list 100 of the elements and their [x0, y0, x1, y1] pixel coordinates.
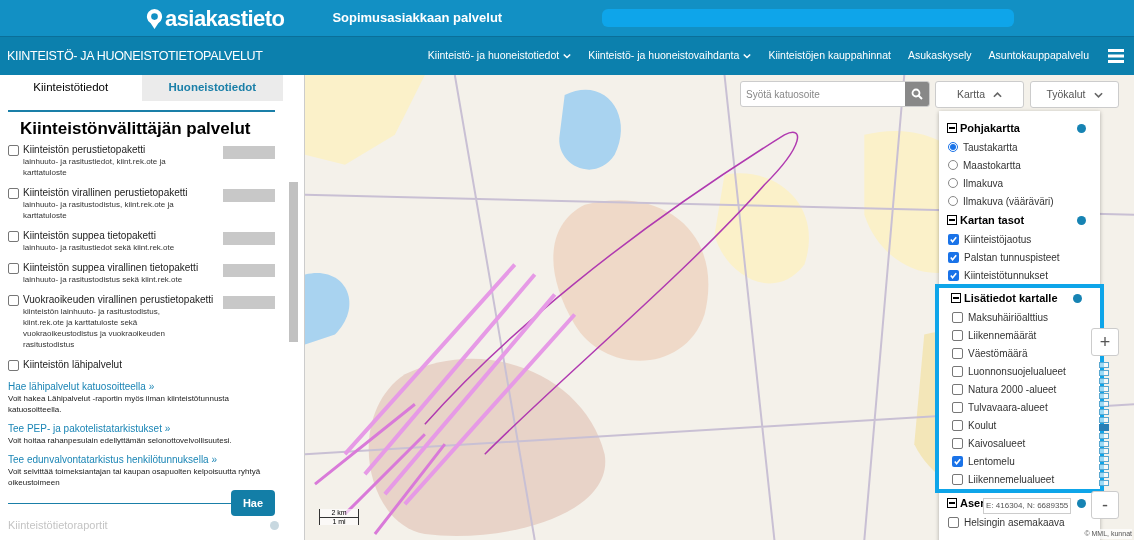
checkbox[interactable] [8, 360, 19, 371]
zoom-in-button[interactable]: + [1091, 328, 1119, 356]
zoom-out-button[interactable]: - [1091, 491, 1119, 519]
product-title: Vuokraoikeuden virallinen perustietopaketti [23, 294, 215, 306]
layer-group-title: Pohjakartta [960, 120, 1020, 136]
layer-label: Luonnonsuojelualueet [968, 364, 1066, 379]
checkbox[interactable] [952, 383, 963, 395]
chevron-down-icon [563, 53, 572, 59]
price-placeholder [223, 146, 276, 159]
checkbox[interactable] [952, 419, 963, 431]
layer-label: Ilmakuva (vääräväri) [963, 194, 1054, 209]
nav-link[interactable]: Kiinteistö- ja huoneistovaihdanta [588, 48, 752, 64]
zoom-slider[interactable] [1099, 362, 1109, 486]
address-search-field[interactable]: Syötä katuosoite [740, 81, 930, 107]
location-pin-icon [145, 6, 164, 30]
layer-group-title: Lisätiedot kartalle [964, 290, 1058, 306]
collapse-icon[interactable] [947, 123, 957, 133]
map-menu-button[interactable]: Työkalut [1030, 81, 1119, 108]
nav-link[interactable]: Kiinteistöjen kauppahinnat [768, 48, 891, 64]
panel-heading: Kiinteistönvälittäjän palvelut [19, 119, 252, 139]
help-icon[interactable] [1077, 123, 1086, 133]
layer-label: Maksuhäiriöalttius [968, 310, 1049, 325]
header-title: Sopimusasiakkaan palvelut [332, 9, 503, 28]
checkbox[interactable] [952, 365, 963, 377]
zoom-thumb[interactable] [1099, 424, 1109, 431]
price-placeholder [223, 232, 276, 245]
checkbox[interactable] [948, 269, 959, 281]
checkbox[interactable] [948, 233, 959, 245]
product-description: lainhuuto- ja rasitustodistus sekä kiint.rek.ote [23, 274, 184, 285]
layer-label: Koulut [968, 418, 997, 433]
tab[interactable]: Huoneistotiedot [141, 75, 284, 101]
service-link[interactable]: Tee PEP- ja pakotelistatarkistukset » [8, 422, 280, 435]
layer-label: Lentomelu [968, 454, 1015, 469]
product-description: kiinteistön lainhuuto- ja rasitustodistus, kiint.rek.ote ja karttatuloste sekä vuokraoikeustodistus ja vuokraoikeuden rasitustodistus [23, 306, 166, 350]
collapse-icon[interactable] [947, 215, 957, 225]
layer-label: Taustakartta [963, 140, 1018, 155]
checkbox[interactable] [952, 455, 963, 467]
service-link[interactable]: Hae lähipalvelut katuosoitteella » [8, 380, 280, 393]
product-title: Kiinteistön suppea virallinen tietopaketti [23, 262, 200, 274]
chevron-down-icon [743, 53, 752, 59]
checkbox[interactable] [952, 329, 963, 341]
product-description: lainhuuto- ja rasitustiedot, kiint.rek.ote ja karttatuloste [23, 156, 167, 178]
checkbox[interactable] [952, 437, 963, 449]
layer-label: Tulvavaara-alueet [968, 400, 1048, 415]
product-title: Kiinteistön perustietopaketti [23, 144, 147, 156]
radio-button[interactable] [948, 142, 958, 152]
price-placeholder [223, 264, 276, 277]
layer-group-title: Kartan tasot [960, 212, 1025, 228]
help-icon[interactable] [1077, 498, 1086, 508]
price-placeholder [223, 189, 276, 202]
menu-icon[interactable] [1108, 49, 1124, 63]
layer-label: Kaivosalueet [968, 436, 1026, 451]
layer-label: Liikennemäärät [968, 328, 1037, 343]
link-description: Voit hoitaa rahanpesulain edellyttämän selonottovelvollisuutesi. [8, 435, 233, 446]
layer-label: Natura 2000 -alueet [968, 382, 1057, 397]
search-button[interactable]: Hae [230, 490, 276, 516]
product-title: Kiinteistön lähipalvelut [23, 359, 123, 371]
map-menu-button[interactable]: Kartta [935, 81, 1024, 108]
link-description: Voit hakea Lähipalvelut -raportin myös ilman kiinteistötunnusta katuosoitteella. [8, 393, 230, 415]
nav-link[interactable]: Asukaskysely [907, 48, 972, 64]
product-description: lainhuuto- ja rasitustiedot sekä kiint.rek.ote [23, 242, 176, 253]
layer-label: Helsingin asemakaava [964, 515, 1065, 530]
nav-title: KIINTEISTÖ- JA HUONEISTOTIETOPALVELUT [7, 47, 263, 65]
layer-label: Maastokartta [963, 158, 1021, 173]
checkbox[interactable] [952, 401, 963, 413]
layer-group-title: Aser [960, 495, 985, 511]
help-icon[interactable] [1077, 215, 1086, 225]
layer-label: Ilmakuva [963, 176, 1003, 191]
checkbox[interactable] [952, 311, 963, 323]
checkbox[interactable] [948, 516, 959, 528]
address-input[interactable]: Syötä katuosoite [741, 86, 905, 102]
coordinate-tooltip: E: 416304, N: 6689355 [983, 498, 1072, 514]
product-title: Kiinteistön suppea tietopaketti [23, 230, 157, 242]
chevron-up-icon [993, 91, 1002, 98]
layer-label: Väestömäärä [968, 346, 1028, 361]
layer-label: Kiinteistötunnukset [964, 268, 1048, 283]
checkbox[interactable] [952, 473, 963, 485]
checkbox[interactable] [948, 251, 959, 263]
link-description: Voit selvittää toimeksiantajan tai kaupan osapuolten kelpoisuutta ryhtyä oikeustoimeen [8, 466, 262, 488]
help-icon[interactable] [1073, 293, 1082, 303]
nav-link[interactable]: Kiinteistö- ja huoneistotiedot [427, 48, 572, 64]
checkbox[interactable] [952, 347, 963, 359]
checkbox[interactable] [8, 188, 19, 199]
layer-label: Palstan tunnuspisteet [964, 250, 1060, 265]
layer-label: Liikennemelualueet [968, 472, 1055, 487]
section-title: Kiinteistötietoraportit [8, 518, 109, 533]
collapse-icon[interactable] [951, 293, 961, 303]
nav-link[interactable]: Asuntokauppapalvelu [988, 48, 1089, 64]
collapse-icon[interactable] [947, 498, 957, 508]
checkbox[interactable] [8, 145, 19, 156]
chevron-down-icon [1093, 91, 1103, 98]
checkbox[interactable] [8, 231, 19, 242]
product-description: lainhuuto- ja rasitustodistus, kiint.rek.ote ja karttatuloste [23, 199, 175, 221]
service-link[interactable]: Tee edunvalvontatarkistus henkilötunnuksella » [8, 453, 280, 466]
checkbox[interactable] [8, 295, 19, 306]
price-placeholder [223, 296, 276, 309]
checkbox[interactable] [8, 263, 19, 274]
search-icon[interactable] [905, 82, 929, 106]
product-title: Kiinteistön virallinen perustietopaketti [23, 187, 189, 199]
logo-text: asiakastieto [165, 4, 285, 33]
